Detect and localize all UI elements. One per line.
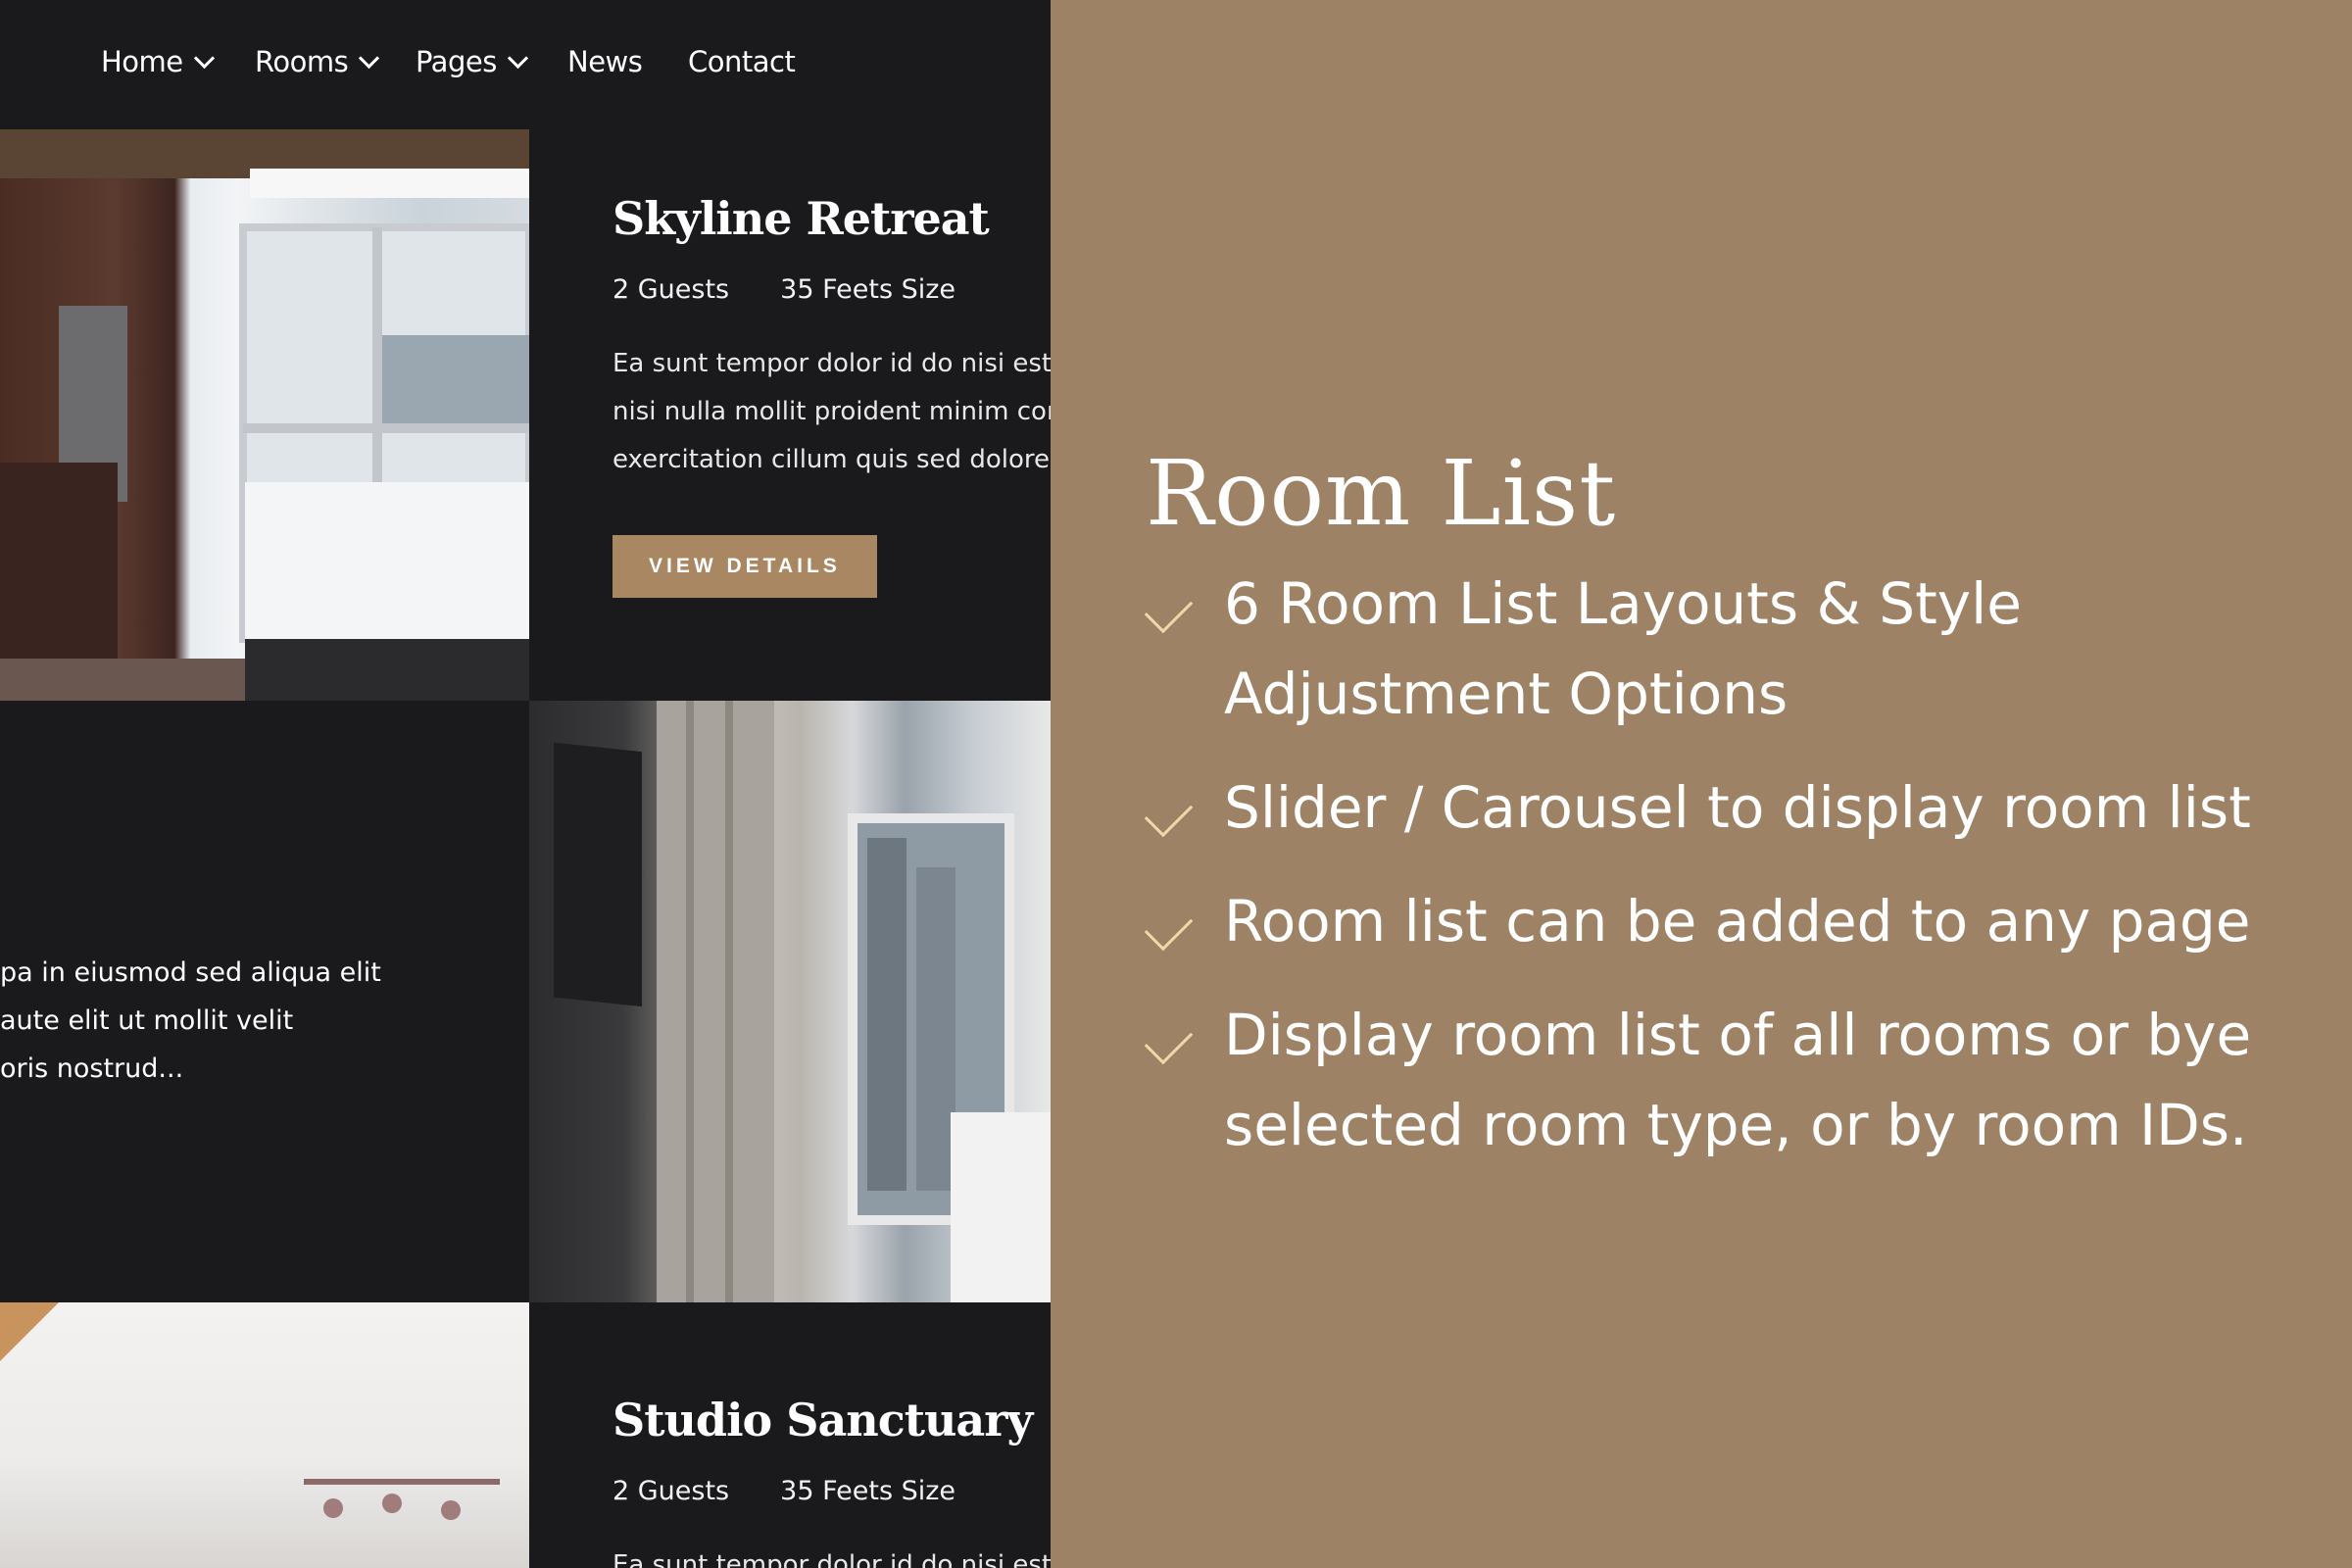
room-photo-skyline[interactable] <box>0 129 529 701</box>
room-meta: 2 Guests 35 Feets Size <box>612 1476 1051 1506</box>
feature-item: 6 Room List Layouts & Style Adjustment O… <box>1144 559 2341 739</box>
nav-item-label: Contact <box>688 45 796 78</box>
check-icon <box>1144 902 1194 952</box>
check-icon <box>1144 788 1194 838</box>
room-guests: 2 Guests <box>612 274 730 305</box>
nav-item-contact[interactable]: Contact <box>688 45 796 78</box>
room-guests: 2 Guests <box>612 1476 730 1506</box>
feature-text: Display room list of all rooms or bye se… <box>1224 1002 2252 1158</box>
desc-line: nisi nulla mollit proident minim comr <box>612 397 1051 426</box>
room-photo-studio[interactable] <box>0 1302 529 1568</box>
feature-text: Room list can be added to any page <box>1224 888 2251 955</box>
desc-line: Ea sunt tempor dolor id do nisi est s <box>612 1550 1051 1568</box>
desc-line: Ea sunt tempor dolor id do nisi est s <box>612 349 1051 378</box>
room-photo-2[interactable] <box>529 701 1051 1302</box>
nav-item-label: News <box>567 45 643 78</box>
room-size: 35 Feets Size <box>780 1476 956 1506</box>
view-details-button[interactable]: VIEW DETAILS <box>612 535 877 598</box>
chevron-down-icon <box>359 47 380 69</box>
feature-panel: Room List 6 Room List Layouts & Style Ad… <box>1051 0 2352 1568</box>
feature-item: Display room list of all rooms or bye se… <box>1144 990 2341 1170</box>
panel-heading: Room List <box>1146 440 1617 546</box>
check-icon <box>1144 584 1194 634</box>
room-title[interactable]: Studio Sanctuary <box>612 1394 1051 1446</box>
room-meta: 2 Guests 35 Feets Size <box>612 274 1051 305</box>
room-description: pa in eiusmod sed aliqua elit aute elit … <box>0 949 381 1093</box>
chevron-down-icon <box>193 47 215 69</box>
desc-line: pa in eiusmod sed aliqua elit <box>0 957 381 988</box>
desc-line: aute elit ut mollit velit <box>0 1005 294 1036</box>
feature-item: Room list can be added to any page <box>1144 876 2341 966</box>
room-card-studio: Studio Sanctuary 2 Guests 35 Feets Size … <box>612 1394 1051 1568</box>
room-size: 35 Feets Size <box>780 274 956 305</box>
room-title[interactable]: Skyline Retreat <box>612 192 1051 245</box>
feature-text: Slider / Carousel to display room list <box>1224 774 2251 841</box>
chevron-down-icon <box>507 47 528 69</box>
desc-line: oris nostrud... <box>0 1054 184 1084</box>
feature-item: Slider / Carousel to display room list <box>1144 762 2341 853</box>
nav-item-label: Rooms <box>255 45 349 78</box>
nav-item-label: Pages <box>416 45 497 78</box>
nav-item-home[interactable]: Home <box>101 45 215 78</box>
feature-text: 6 Room List Layouts & Style Adjustment O… <box>1224 570 2022 727</box>
main-navigation: Home Rooms Pages News Contact <box>0 0 1051 129</box>
nav-item-pages[interactable]: Pages <box>416 45 528 78</box>
room-card-skyline: Skyline Retreat 2 Guests 35 Feets Size E… <box>612 192 1051 598</box>
room-list-preview: Home Rooms Pages News Contact Skyline Re… <box>0 0 1051 1568</box>
feature-list: 6 Room List Layouts & Style Adjustment O… <box>1144 559 2341 1170</box>
room-description: Ea sunt tempor dolor id do nisi est s <box>612 1542 1051 1568</box>
nav-item-label: Home <box>101 45 183 78</box>
check-icon <box>1144 1015 1194 1065</box>
nav-item-rooms[interactable]: Rooms <box>255 45 380 78</box>
desc-line: exercitation cillum quis sed dolore q <box>612 445 1051 474</box>
nav-item-news[interactable]: News <box>567 45 643 78</box>
room-description: Ea sunt tempor dolor id do nisi est s ni… <box>612 340 1051 484</box>
